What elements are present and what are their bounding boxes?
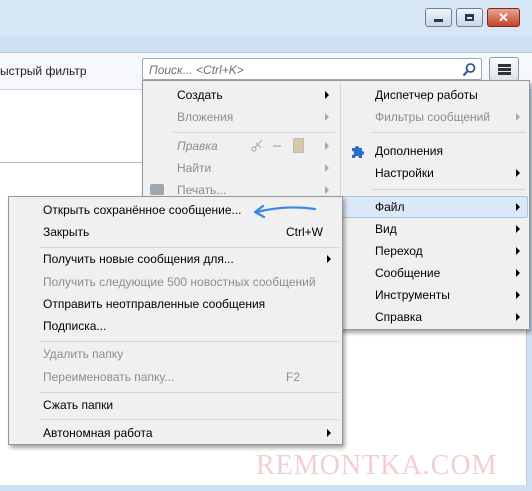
chevron-right-icon — [516, 313, 520, 321]
menu-item-subscribe[interactable]: Подписка... — [9, 315, 342, 337]
menu-item-message[interactable]: Сообщение — [341, 262, 529, 284]
menu-item-find[interactable]: Найти — [143, 157, 340, 179]
chevron-right-icon — [325, 113, 329, 121]
search-input[interactable]: Поиск... <Ctrl+K> — [142, 58, 482, 80]
chevron-right-icon — [516, 225, 520, 233]
menu-item-send-unsent[interactable]: Отправить неотправленные сообщения — [9, 293, 342, 315]
chevron-right-icon — [327, 429, 331, 437]
menu-item-label: Сжать папки — [43, 398, 114, 412]
copy-icon — [273, 145, 281, 147]
menu-item-label: Автономная работа — [43, 426, 153, 440]
menu-item-label: Переход — [375, 244, 423, 258]
menu-item-label: Переименовать папку... — [43, 370, 175, 384]
puzzle-icon — [352, 146, 364, 158]
chevron-right-icon — [327, 255, 331, 263]
search-placeholder: Поиск... <Ctrl+K> — [149, 63, 244, 77]
maximize-icon — [465, 14, 474, 21]
chevron-right-icon — [325, 164, 329, 172]
menu-item-compact-folders[interactable]: Сжать папки — [9, 394, 342, 416]
menu-item-label: Создать — [177, 88, 223, 102]
search-icon[interactable] — [461, 62, 477, 78]
menu-item-label: Настройки — [375, 166, 434, 180]
menu-item-label: Закрыть — [43, 225, 90, 239]
menu-item-tools[interactable]: Инструменты — [341, 284, 529, 306]
menu-item-label: Отправить неотправленные сообщения — [43, 297, 266, 311]
menu-separator — [39, 419, 339, 420]
menu-item-help[interactable]: Справка — [341, 306, 529, 328]
chevron-right-icon — [516, 269, 520, 277]
watermark: REMONTKA.COM — [256, 450, 498, 481]
menu-item-shortcut: F2 — [286, 370, 301, 384]
menu-item-label: Получить следующие 500 новостных сообщен… — [43, 275, 316, 289]
chevron-right-icon — [516, 247, 520, 255]
menu-item-create[interactable]: Создать — [143, 84, 340, 106]
menu-item-get-new-messages[interactable]: Получить новые сообщения для... — [9, 248, 342, 270]
menu-item-label: Справка — [375, 310, 423, 324]
menu-separator — [371, 132, 526, 133]
menu-item-work-offline[interactable]: Автономная работа — [9, 422, 342, 444]
printer-icon — [150, 184, 164, 195]
cut-icon — [251, 139, 263, 152]
close-icon: ✕ — [498, 10, 509, 25]
menu-item-shortcut: Ctrl+W — [286, 225, 323, 239]
menu-separator — [173, 132, 335, 133]
hamburger-icon — [498, 64, 511, 67]
menu-item-label: Правка — [177, 139, 218, 153]
chevron-right-icon — [516, 113, 520, 121]
menu-separator — [371, 189, 526, 190]
thunderbird-window: ✕ ыстрый фильтр Поиск... <Ctrl+K> Создат… — [0, 0, 532, 491]
paste-icon — [293, 138, 304, 153]
minimize-button[interactable] — [425, 8, 452, 27]
menu-separator — [39, 392, 339, 393]
maximize-button[interactable] — [456, 8, 483, 27]
hamburger-icon-line — [498, 68, 511, 71]
menu-item-addons[interactable]: Дополнения — [341, 140, 529, 162]
quick-filter-label[interactable]: ыстрый фильтр — [0, 64, 87, 78]
menu-item-settings[interactable]: Настройки — [341, 162, 529, 184]
title-bar: ✕ — [0, 0, 532, 36]
menu-item-label: Вид — [375, 222, 397, 236]
menu-item-go[interactable]: Переход — [341, 240, 529, 262]
menu-item-edit[interactable]: Правка — [143, 135, 340, 157]
menu-item-label: Диспетчер работы — [375, 88, 478, 102]
app-menu-button[interactable] — [489, 57, 519, 81]
menu-item-label: Получить новые сообщения для... — [43, 252, 234, 266]
menu-item-attachments[interactable]: Вложения — [143, 106, 340, 128]
hamburger-icon-line — [498, 72, 511, 75]
chevron-right-icon — [325, 142, 329, 150]
chevron-right-icon — [516, 169, 520, 177]
menu-item-label: Открыть сохранённое сообщение... — [43, 203, 242, 217]
menu-item-label: Удалить папку — [43, 347, 124, 361]
menu-item-close[interactable]: Закрыть Ctrl+W — [9, 221, 342, 243]
menu-item-message-filters[interactable]: Фильтры сообщений — [341, 106, 529, 128]
menu-item-label: Фильтры сообщений — [375, 110, 491, 124]
menu-item-label: Подписка... — [43, 319, 107, 333]
arrow-annotation — [253, 204, 317, 219]
chevron-right-icon — [516, 291, 520, 299]
menu-item-label: Файл — [375, 200, 405, 214]
menu-item-delete-folder[interactable]: Удалить папку — [9, 343, 342, 365]
menu-item-label: Инструменты — [375, 288, 450, 302]
file-submenu: Открыть сохранённое сообщение... Закрыть… — [8, 196, 343, 445]
chevron-right-icon — [325, 186, 329, 194]
menu-item-label: Сообщение — [375, 266, 441, 280]
menu-item-label: Дополнения — [375, 144, 443, 158]
minimize-icon — [434, 18, 443, 22]
chevron-right-icon — [516, 203, 520, 211]
chevron-right-icon — [325, 91, 329, 99]
close-window-button[interactable]: ✕ — [487, 8, 520, 27]
menu-item-get-next-500[interactable]: Получить следующие 500 новостных сообщен… — [9, 271, 342, 293]
menu-item-label: Найти — [177, 161, 212, 175]
menu-item-view[interactable]: Вид — [341, 218, 529, 240]
menu-item-label: Вложения — [177, 110, 234, 124]
menu-item-activity-manager[interactable]: Диспетчер работы — [341, 84, 529, 106]
divider — [0, 162, 142, 163]
menu-item-file[interactable]: Файл — [341, 196, 529, 218]
menu-separator — [39, 341, 339, 342]
menu-item-rename-folder[interactable]: Переименовать папку... F2 — [9, 366, 342, 388]
